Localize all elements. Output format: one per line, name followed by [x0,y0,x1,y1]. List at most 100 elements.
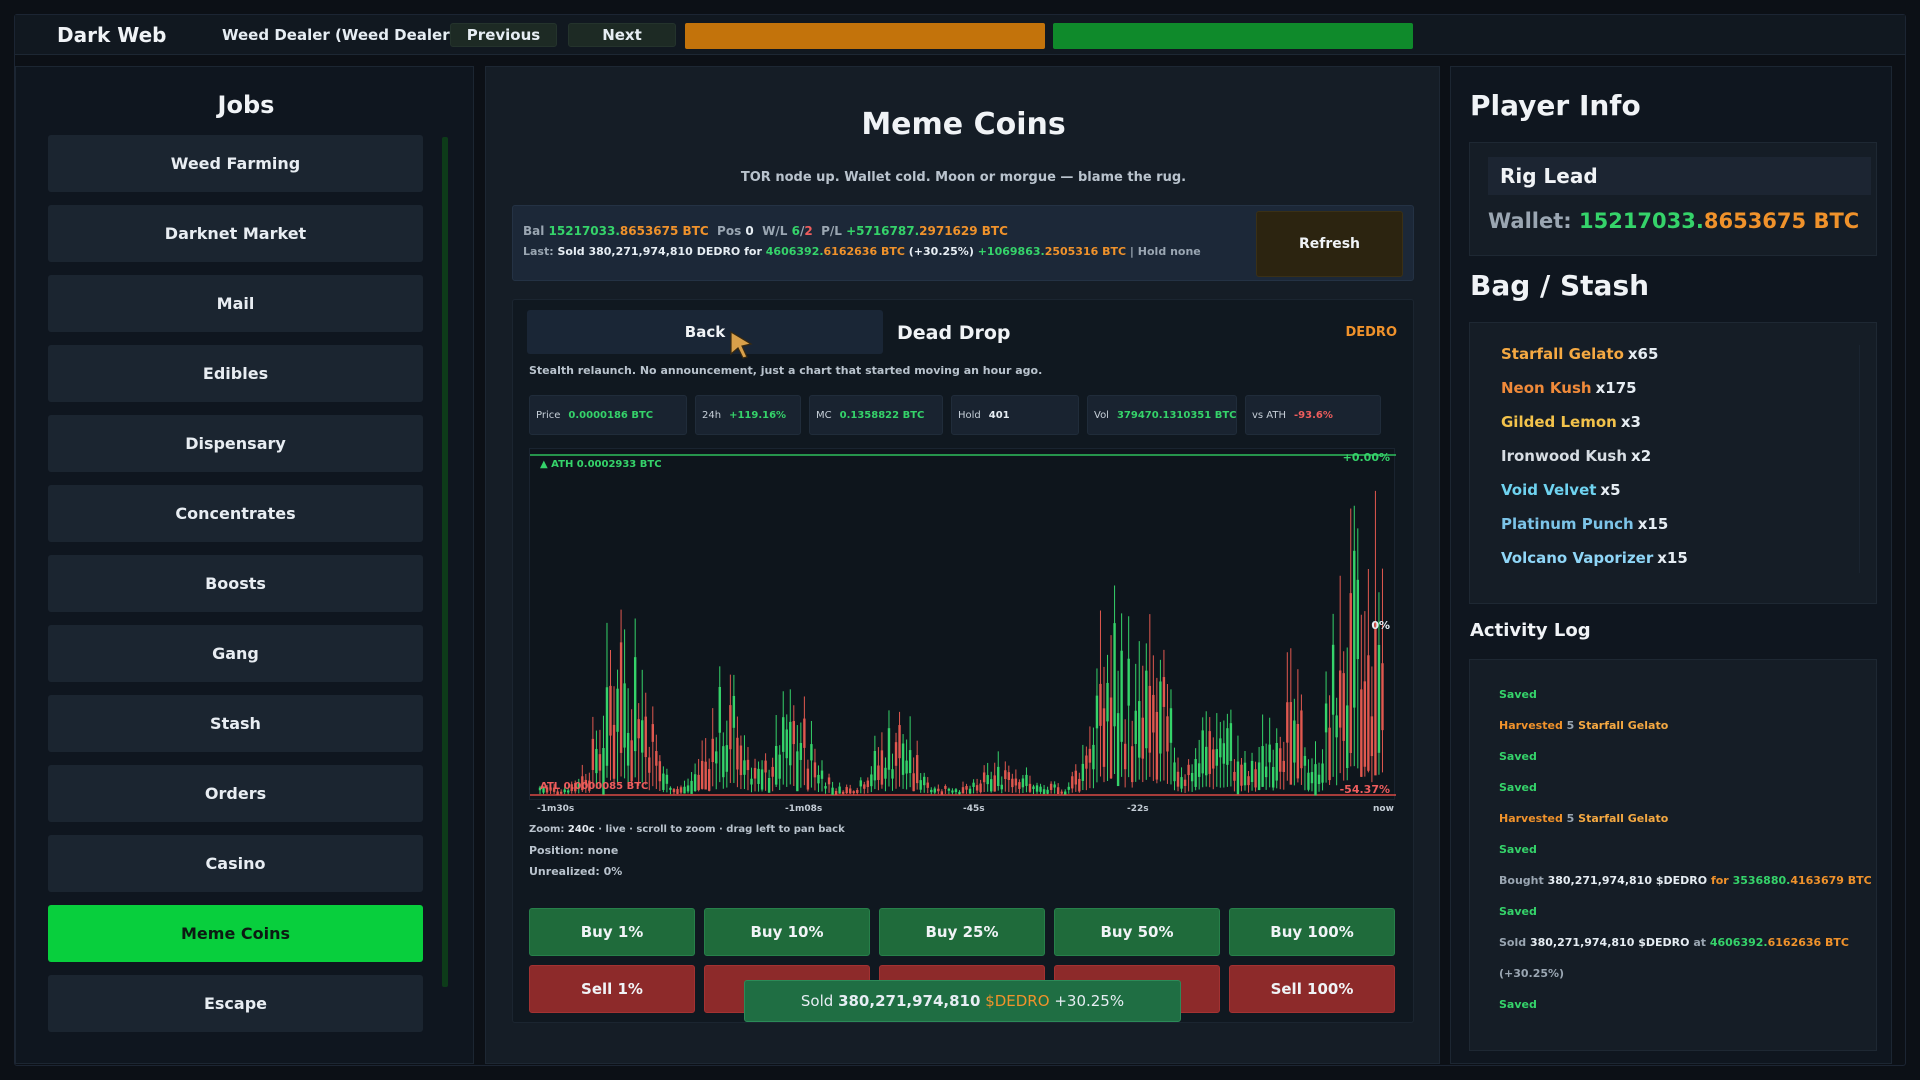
candlestick-chart[interactable]: ▲ ATH 0.0002933 BTC ATL 0.0000085 BTC +0… [530,449,1396,801]
candle-body [1194,759,1197,787]
price-chart[interactable]: ▲ ATH 0.0002933 BTC ATL 0.0000085 BTC +0… [529,448,1396,801]
buy-button[interactable]: Buy 1% [529,908,695,956]
candle-body [767,778,771,793]
stash-scrollbar[interactable] [1859,345,1865,573]
candle-body [1240,764,1243,786]
candle-body [1176,771,1180,787]
candle-body [1159,681,1162,754]
top-pct-label: +0.00% [1343,451,1390,464]
candle-body [1310,772,1314,784]
next-button[interactable]: Next [568,23,676,47]
candle-body [1346,705,1349,769]
candle-body [997,766,1000,787]
stash-item[interactable]: Ironwood Kush x2 [1501,447,1651,465]
sell-button[interactable]: Sell 100% [1229,965,1395,1013]
log-entry: Saved [1499,843,1537,856]
buy-button[interactable]: Buy 100% [1229,908,1395,956]
jobs-panel: Jobs Weed Farming Darknet Market Mail Edibl… [15,66,474,1064]
status-line-last-trade: Last: Sold 380,271,974,810 DEDRO for 460… [523,245,1201,258]
previous-button[interactable]: Previous [450,23,557,47]
candle-body [708,769,711,791]
candle-body [1307,772,1310,790]
candle-body [951,790,954,793]
candle-body [933,788,936,793]
candle-body [1141,717,1144,759]
candle-body [979,783,982,793]
buy-button[interactable]: Buy 25% [879,908,1045,956]
candle-body [686,785,690,792]
buy-button[interactable]: Buy 50% [1054,908,1220,956]
jobs-scrollbar[interactable] [442,137,448,987]
candle-body [944,785,947,789]
stash-item[interactable]: Volcano Vaporizer x15 [1501,549,1688,567]
log-entry: Harvested 5 Starfall Gelato [1499,719,1669,732]
candle-body [1254,769,1257,788]
refresh-button[interactable]: Refresh [1256,211,1403,277]
candle-body [1049,783,1053,790]
candle-body [908,750,912,774]
job-item-concentrates[interactable]: Concentrates [48,485,423,542]
candle-body [1039,786,1042,792]
job-item-dispensary[interactable]: Dispensary [48,415,423,472]
candle-body [1187,764,1190,776]
candle-body [658,761,662,782]
job-item-label: Casino [205,854,266,873]
job-item-darknet-market[interactable]: Darknet Market [48,205,423,262]
x-tick: -22s [1127,804,1149,814]
candle-body [1183,779,1187,786]
job-item-edibles[interactable]: Edibles [48,345,423,402]
log-entry: (+30.25%) [1499,967,1565,980]
candle-body [905,760,908,774]
candle-body [1321,763,1324,783]
stash-item[interactable]: Gilded Lemon x3 [1501,413,1641,431]
unrealized-info: Unrealized: 0% [529,865,623,878]
position-info: Position: none [529,844,619,857]
job-item-casino[interactable]: Casino [48,835,423,892]
zoom-info: Zoom: 240c · live · scroll to zoom · dra… [529,824,845,835]
candle-body [662,773,665,790]
back-button[interactable]: Back [527,310,883,354]
buy-button[interactable]: Buy 10% [704,908,870,956]
candle-body [1236,761,1240,795]
stat-market-cap: MC 0.1358822 BTC [809,395,943,435]
trade-toast: Sold 380,271,974,810 $DEDRO +30.25% [744,980,1181,1022]
candle-body [803,718,806,748]
candle-body [1370,716,1374,757]
candle-body [595,748,598,774]
candle-body [1275,743,1278,781]
job-item-boosts[interactable]: Boosts [48,555,423,612]
job-item-stash[interactable]: Stash [48,695,423,752]
candle-body [1067,786,1070,790]
stash-item-name: Gilded Lemon [1501,413,1617,431]
candle-body [1261,746,1264,787]
candle-body [1056,787,1060,795]
job-item-meme-coins[interactable]: Meme Coins [48,905,423,962]
candle-body [591,738,595,770]
candle-body [732,695,736,728]
candle-body [700,760,704,789]
candle-body [739,745,743,776]
status-box: Bal 15217033.8653675 BTC Pos 0 W/L 6/2 P… [512,205,1414,281]
job-item-orders[interactable]: Orders [48,765,423,822]
candle-body [1180,777,1183,789]
meme-coins-panel: Meme Coins TOR node up. Wallet cold. Moo… [485,66,1440,1064]
stat-volume: Vol 379470.1310351 BTC [1087,395,1237,435]
candle-body [633,657,637,752]
job-item-mail[interactable]: Mail [48,275,423,332]
stash-item-name: Void Velvet [1501,481,1597,499]
sell-button[interactable]: Sell 1% [529,965,695,1013]
job-item-gang[interactable]: Gang [48,625,423,682]
job-item-escape[interactable]: Escape [48,975,423,1032]
candle-body [1004,770,1007,779]
job-item-label: Boosts [205,574,266,593]
stash-item[interactable]: Platinum Punch x15 [1501,515,1668,533]
job-item-weed-farming[interactable]: Weed Farming [48,135,423,192]
candle-body [1296,723,1300,779]
stash-item[interactable]: Void Velvet x5 [1501,481,1621,499]
candle-body [792,721,795,745]
stash-item[interactable]: Starfall Gelato x65 [1501,345,1658,363]
page-title: Meme Coins [861,107,1066,142]
stash-item[interactable]: Neon Kush x175 [1501,379,1637,397]
candle-body [771,766,774,777]
stash-item-name: Ironwood Kush [1501,447,1628,465]
